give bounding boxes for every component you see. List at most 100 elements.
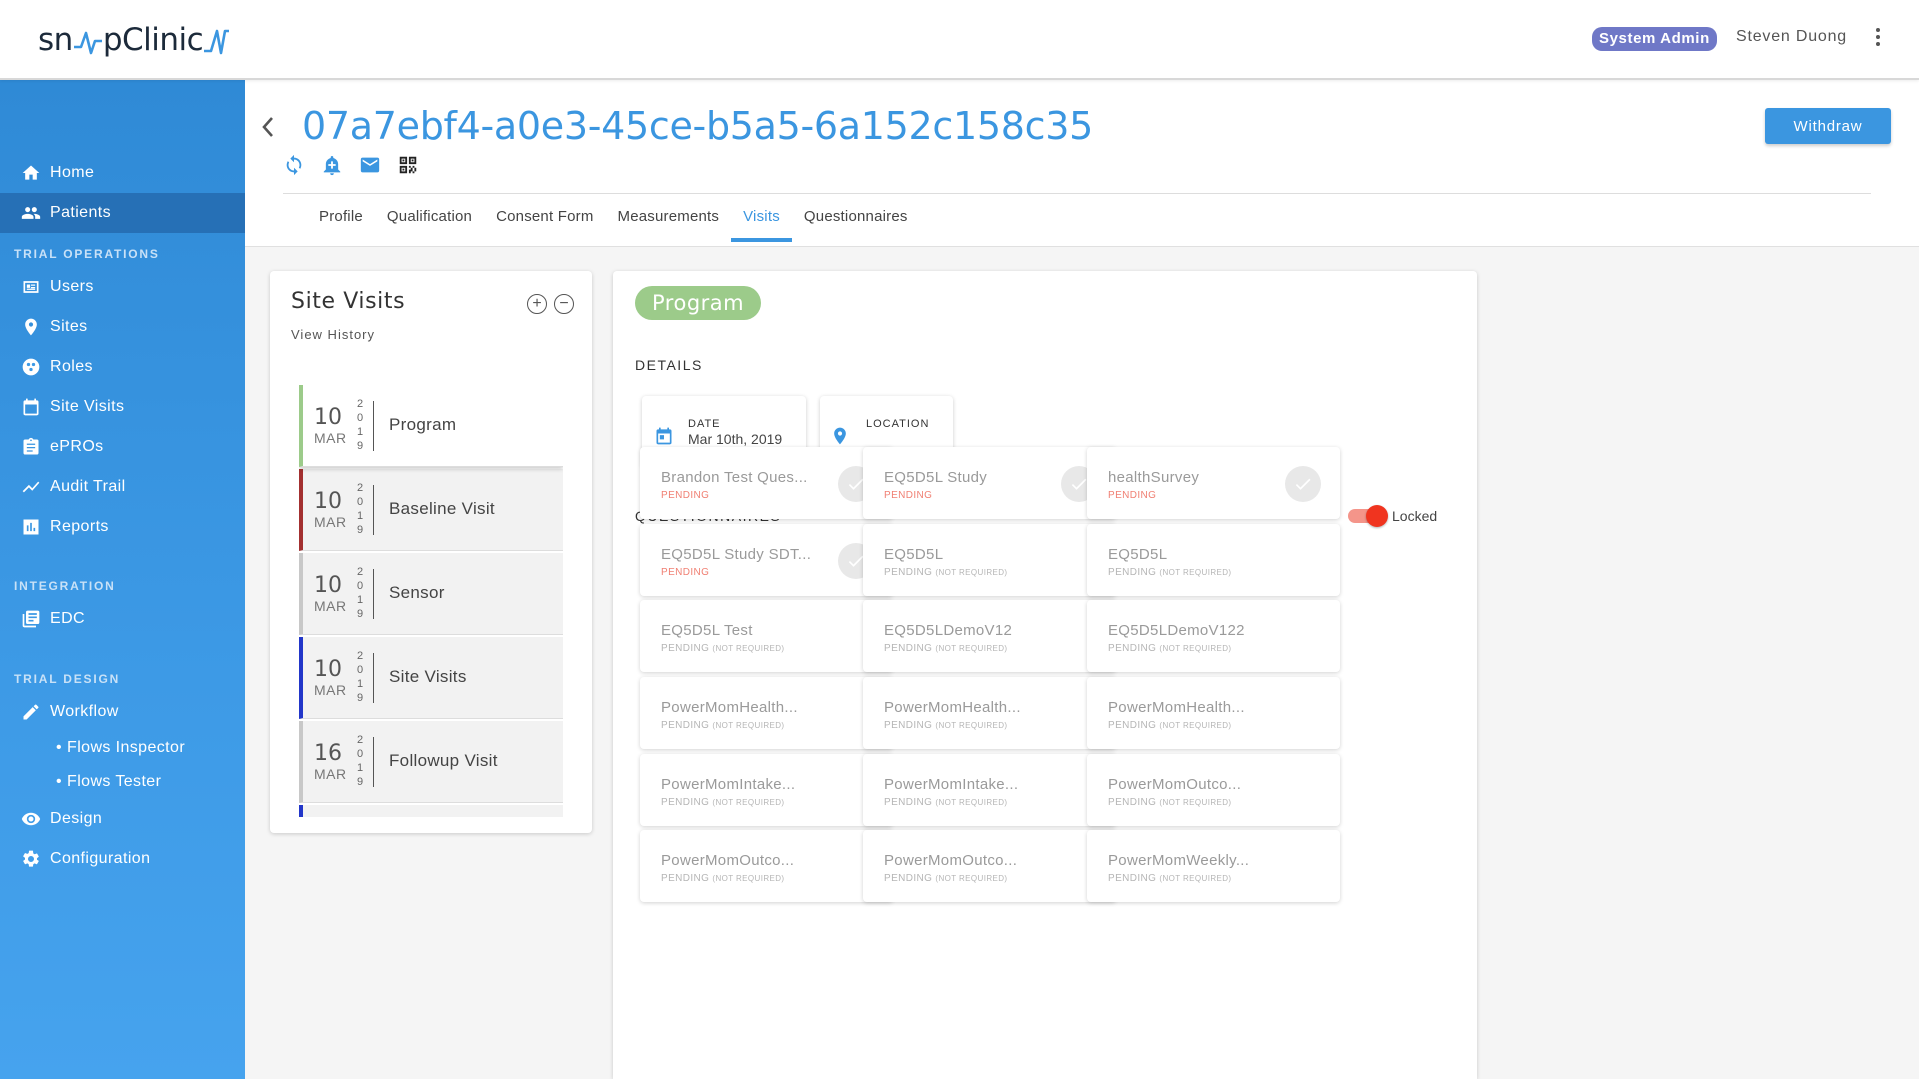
questionnaire-card[interactable]: EQ5D5L Study SDT... PENDING: [640, 524, 893, 596]
back-arrow-icon[interactable]: [259, 114, 277, 140]
questionnaire-card[interactable]: healthSurvey PENDING: [1087, 447, 1340, 519]
visit-month: MAR: [314, 430, 347, 446]
visit-item[interactable]: 10 MAR 2 0 1 9 Program: [299, 385, 563, 467]
questionnaire-status: PENDING (NOT REQUIRED): [661, 873, 785, 884]
tab-visits[interactable]: Visits: [731, 208, 792, 242]
location-label: LOCATION: [866, 418, 930, 430]
tab-questionnaires[interactable]: Questionnaires: [792, 208, 920, 237]
questionnaire-card[interactable]: PowerMomHealth... PENDING (NOT REQUIRED): [1087, 677, 1340, 749]
visit-month: MAR: [314, 514, 347, 530]
questionnaire-card[interactable]: PowerMomIntake... PENDING (NOT REQUIRED): [863, 754, 1116, 826]
questionnaire-card[interactable]: EQ5D5LDemoV122 PENDING (NOT REQUIRED): [1087, 600, 1340, 672]
questionnaire-card[interactable]: EQ5D5L Test PENDING (NOT REQUIRED): [640, 600, 893, 672]
details-label: DETAILS: [635, 357, 703, 373]
questionnaire-name: EQ5D5LDemoV122: [1108, 622, 1245, 639]
visit-separator: [373, 737, 374, 787]
visit-item[interactable]: [299, 805, 563, 817]
eye-icon: [20, 808, 42, 830]
visit-name: Followup Visit: [389, 751, 498, 770]
site-visits-title: Site Visits: [291, 289, 406, 314]
email-icon[interactable]: [359, 154, 380, 176]
tab-measurements[interactable]: Measurements: [606, 208, 732, 237]
sidebar-item-sites[interactable]: Sites: [0, 307, 245, 347]
add-alert-icon[interactable]: [321, 154, 341, 176]
questionnaire-name: EQ5D5L Study: [884, 469, 988, 486]
visit-item[interactable]: 16 MAR 2 0 1 9 Followup Visit: [299, 721, 563, 803]
sidebar-item-home[interactable]: Home: [0, 153, 245, 193]
questionnaire-status: PENDING: [1108, 490, 1157, 501]
qr-code-icon[interactable]: [397, 154, 417, 176]
sidebar-item-label: Sites: [50, 318, 88, 335]
site-visits-card: Site Visits View History + − 10 MAR 2 0 1 9 Pr…: [270, 271, 592, 833]
questionnaire-card[interactable]: PowerMomHealth... PENDING (NOT REQUIRED): [640, 677, 893, 749]
withdraw-button[interactable]: Withdraw: [1765, 108, 1891, 144]
sidebar-item-patients[interactable]: Patients: [0, 193, 245, 233]
sidebar-item-edc[interactable]: EDC: [0, 599, 245, 639]
questionnaire-card[interactable]: EQ5D5L PENDING (NOT REQUIRED): [863, 524, 1116, 596]
visit-year: 2019: [356, 650, 364, 704]
questionnaire-card[interactable]: EQ5D5LDemoV12 PENDING (NOT REQUIRED): [863, 600, 1116, 672]
section-integration: INTEGRATION: [14, 579, 116, 593]
visit-separator: [373, 401, 374, 451]
visit-month: MAR: [314, 766, 347, 782]
visit-item[interactable]: 10 MAR 2 0 1 9 Sensor: [299, 553, 563, 635]
app-logo[interactable]: sn pClinic: [38, 20, 233, 60]
questionnaire-card[interactable]: PowerMomHealth... PENDING (NOT REQUIRED): [863, 677, 1116, 749]
tab-profile[interactable]: Profile: [307, 208, 375, 237]
sidebar-item-epros[interactable]: ePROs: [0, 427, 245, 467]
sidebar-item-reports[interactable]: Reports: [0, 507, 245, 547]
visit-day: 10: [314, 573, 342, 598]
pencil-icon: [20, 701, 42, 723]
questionnaire-card[interactable]: PowerMomWeekly... PENDING (NOT REQUIRED): [1087, 830, 1340, 902]
sidebar-item-site-visits[interactable]: Site Visits: [0, 387, 245, 427]
questionnaire-status: PENDING (NOT REQUIRED): [884, 720, 1008, 731]
questionnaire-name: PowerMomOutco...: [661, 852, 795, 869]
user-name[interactable]: Steven Duong: [1736, 28, 1847, 46]
sidebar-item-label: Audit Trail: [50, 478, 126, 495]
bar-chart-icon: [20, 516, 42, 538]
sidebar-item-audit-trail[interactable]: Audit Trail: [0, 467, 245, 507]
visit-item[interactable]: 10 MAR 2 0 1 9 Site Visits: [299, 637, 563, 719]
logo-text-left: sn: [38, 22, 73, 58]
sidebar-item-roles[interactable]: Roles: [0, 347, 245, 387]
questionnaire-card[interactable]: EQ5D5L PENDING (NOT REQUIRED): [1087, 524, 1340, 596]
sidebar-item-users[interactable]: Users: [0, 267, 245, 307]
logo-pulse-end-icon: [204, 29, 230, 55]
people-icon: [20, 202, 42, 224]
roles-icon: [20, 356, 42, 378]
tab-consent-form[interactable]: Consent Form: [484, 208, 605, 237]
expand-all-icon[interactable]: +: [527, 294, 547, 314]
visit-item[interactable]: 10 MAR 2 0 1 9 Baseline Visit: [299, 469, 563, 551]
sidebar-item-workflow[interactable]: Workflow: [0, 692, 245, 732]
program-card: Program DETAILS DATE Mar 10th, 2019 LOCA…: [613, 271, 1477, 1079]
more-menu-icon[interactable]: [1872, 26, 1884, 48]
collapse-all-icon[interactable]: −: [554, 294, 574, 314]
questionnaire-card[interactable]: PowerMomOutco... PENDING (NOT REQUIRED): [640, 830, 893, 902]
questionnaire-name: PowerMomWeekly...: [1108, 852, 1250, 869]
questionnaire-name: EQ5D5L Test: [661, 622, 753, 639]
questionnaire-name: PowerMomOutco...: [884, 852, 1018, 869]
visit-year: 2019: [356, 734, 364, 788]
questionnaire-card[interactable]: PowerMomIntake... PENDING (NOT REQUIRED): [640, 754, 893, 826]
questionnaire-name: EQ5D5L: [1108, 546, 1168, 563]
questionnaire-card[interactable]: EQ5D5L Study PENDING: [863, 447, 1116, 519]
tab-qualification[interactable]: Qualification: [375, 208, 484, 237]
sidebar-item-flows-inspector[interactable]: Flows Inspector: [56, 739, 185, 757]
questionnaire-card[interactable]: Brandon Test Ques... PENDING: [640, 447, 893, 519]
lock-label: Locked: [1392, 508, 1438, 524]
logo-text-right: pClinic: [102, 22, 204, 58]
calendar-icon: [656, 427, 672, 445]
sync-icon[interactable]: [283, 154, 303, 176]
questionnaire-card[interactable]: PowerMomOutco... PENDING (NOT REQUIRED): [863, 830, 1116, 902]
questionnaire-status: PENDING (NOT REQUIRED): [661, 643, 785, 654]
role-badge: System Admin: [1592, 27, 1717, 51]
sidebar-item-configuration[interactable]: Configuration: [0, 839, 245, 879]
lock-toggle[interactable]: [1348, 505, 1388, 527]
sidebar-item-flows-tester[interactable]: Flows Tester: [56, 773, 161, 791]
sidebar-item-label: Users: [50, 278, 94, 295]
sidebar-item-design[interactable]: Design: [0, 799, 245, 839]
questionnaire-card[interactable]: PowerMomOutco... PENDING (NOT REQUIRED): [1087, 754, 1340, 826]
questionnaire-status: PENDING: [884, 490, 933, 501]
date-label: DATE: [688, 418, 721, 430]
view-history-link[interactable]: View History: [291, 327, 375, 342]
